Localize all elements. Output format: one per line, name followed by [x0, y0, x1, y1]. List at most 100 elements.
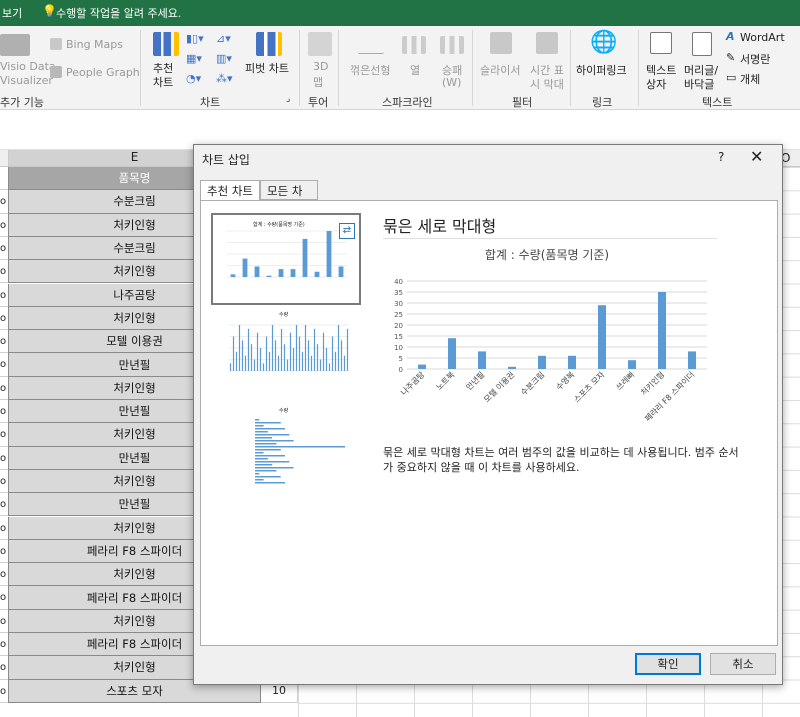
sparkline-column-button[interactable]: 열 [410, 62, 420, 78]
recommended-charts-label-2[interactable]: 차트 [153, 74, 173, 90]
thumbnail-bar-chart[interactable]: 수량 [215, 405, 355, 493]
visio-label-2[interactable]: Visualizer [0, 74, 53, 87]
cell-a[interactable]: o [0, 423, 8, 447]
thumb-bar [314, 271, 320, 277]
ok-button[interactable]: 확인 [635, 653, 701, 675]
thumb-bar [313, 328, 316, 371]
object-button[interactable]: 개체 [740, 71, 760, 87]
separator [299, 30, 300, 106]
thumb-bar [255, 461, 290, 463]
pie-chart-icon[interactable]: ◔▾ [186, 72, 201, 85]
thumb-bar [230, 274, 236, 277]
x-tick-label: 노트북 [434, 370, 456, 392]
tab-view-fragment[interactable]: 보기 [2, 5, 22, 21]
cell-a[interactable]: o [0, 306, 8, 331]
pivot-chart-button[interactable]: 피벗 차트 [245, 60, 289, 76]
tab-recommended-charts[interactable]: 추천 차트 [200, 180, 260, 201]
bar [448, 338, 456, 369]
statistic-chart-icon[interactable]: ▥▾ [216, 52, 232, 65]
signature-button[interactable]: 서명란 [740, 51, 770, 67]
thumb-bar [238, 325, 241, 371]
bing-maps-button[interactable]: Bing Maps [66, 38, 123, 51]
thumb-bar [334, 351, 337, 371]
cell-a[interactable] [0, 167, 8, 191]
scatter-chart-icon[interactable]: ⁂▾ [216, 72, 233, 85]
cell-a[interactable]: o [0, 539, 8, 564]
thumb-bar [331, 336, 334, 371]
cell-a[interactable]: o [0, 283, 8, 307]
thumb-bar [232, 336, 235, 371]
thumb-bar [255, 479, 264, 481]
bar [658, 292, 666, 369]
thumb-bar [255, 425, 264, 427]
cell-a[interactable]: o [0, 260, 8, 284]
cell-a[interactable]: o [0, 190, 8, 214]
cell-a[interactable]: o [0, 493, 8, 517]
hyperlink-button[interactable]: 하이퍼링크 [576, 62, 627, 78]
cell-a[interactable]: o [0, 353, 8, 377]
thumb-bar [247, 328, 250, 371]
thumb-bar [255, 452, 264, 454]
people-graph-button[interactable]: People Graph [66, 66, 140, 79]
thumbnail-flip-icon[interactable]: ⇄ [339, 223, 355, 239]
column-chart-icon[interactable]: ▮▯▾ [186, 32, 204, 45]
thumb-bar [283, 344, 286, 371]
thumb-bar [250, 344, 253, 371]
separator [140, 30, 141, 106]
thumbnail-column-chart-2[interactable]: 수량 [215, 309, 355, 397]
wordart-button[interactable]: WordArt [740, 31, 785, 44]
cell-a[interactable]: o [0, 679, 8, 703]
slicer-icon [490, 32, 512, 54]
map3d-label-1[interactable]: 3D [313, 60, 328, 73]
bar [688, 351, 696, 369]
close-icon[interactable]: ✕ [750, 147, 763, 166]
bar [568, 355, 576, 369]
sparkline-winloss-label-2[interactable]: (W) [442, 76, 461, 89]
bar [478, 351, 486, 369]
thumb-bar [292, 348, 295, 371]
thumb-bar [304, 325, 307, 371]
header-footer-icon [692, 32, 712, 56]
cell-a[interactable]: o [0, 400, 8, 424]
y-tick-label: 10 [394, 344, 403, 352]
thumb-bar [278, 269, 284, 277]
thumb-bar [255, 437, 273, 439]
x-tick-label: 스포츠 모자 [572, 370, 607, 405]
line-chart-icon[interactable]: ⊿▾ [216, 32, 231, 45]
sparkline-line-button[interactable]: 꺾은선형 [350, 62, 390, 78]
slicer-button[interactable]: 슬라이서 [480, 62, 520, 78]
cell-a[interactable]: o [0, 330, 8, 354]
timeline-label-2[interactable]: 시 막대 [530, 76, 564, 92]
x-tick-label: 만년필 [464, 369, 487, 392]
cell-a[interactable]: o [0, 213, 8, 237]
header-label-2[interactable]: 바닥글 [684, 76, 714, 92]
cell-a[interactable]: o [0, 376, 8, 400]
cell-a[interactable]: o [0, 656, 8, 680]
thumb-bar [280, 328, 283, 371]
dialog-launcher-icon[interactable]: ⌟ [286, 94, 290, 104]
help-icon[interactable]: ? [718, 150, 724, 164]
thumb-bar [340, 340, 343, 371]
cell-a[interactable]: o [0, 609, 8, 633]
tell-me-box[interactable]: 수행할 작업을 알려 주세요. [56, 5, 181, 21]
cell-a[interactable]: o [0, 236, 8, 261]
visio-label-1[interactable]: Visio Data [0, 60, 56, 73]
cell-a[interactable]: o [0, 516, 8, 540]
bar [598, 305, 606, 369]
cancel-button[interactable]: 취소 [710, 653, 776, 675]
thumb-bar [259, 348, 262, 371]
cell-a[interactable]: o [0, 633, 8, 657]
textbox-label-2[interactable]: 상자 [646, 76, 666, 92]
map3d-label-2[interactable]: 맵 [313, 74, 323, 90]
thumb-bar [328, 363, 331, 371]
hierarchy-chart-icon[interactable]: ▦▾ [186, 52, 202, 65]
column-header-a[interactable] [0, 150, 8, 167]
thumbnail-column-chart[interactable]: 합계 : 수량(품목명 기준) ⇄ [211, 213, 361, 305]
globe-icon: 🌐 [590, 30, 618, 55]
cell-a[interactable]: o [0, 469, 8, 494]
cell-a[interactable]: o [0, 563, 8, 587]
cell-a[interactable]: o [0, 446, 8, 470]
cell-a[interactable]: o [0, 586, 8, 610]
tab-all-charts[interactable]: 모든 차트 [260, 180, 318, 214]
x-tick-label: 수영복 [554, 369, 577, 392]
